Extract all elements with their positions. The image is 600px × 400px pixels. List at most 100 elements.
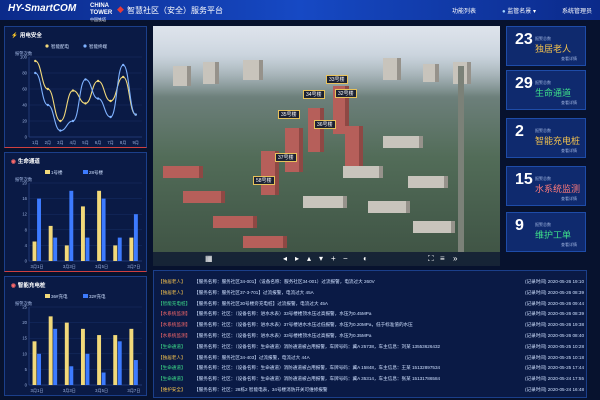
stat-card-maintenance[interactable]: 9 报警总数 维护工单 查看详情 bbox=[506, 212, 586, 252]
building-tag-33[interactable]: 33号楼 bbox=[326, 75, 348, 84]
x-tick-label: 3月3日 bbox=[63, 264, 76, 270]
arrow-left-icon[interactable]: ◂ bbox=[283, 254, 287, 263]
nav-function-list[interactable]: 功能列表 bbox=[452, 6, 476, 15]
bar bbox=[113, 335, 118, 385]
event-type: 【维护安全】 bbox=[158, 387, 186, 392]
x-tick-label: 6月 bbox=[95, 140, 102, 146]
bar bbox=[117, 237, 122, 261]
building-tag-58[interactable]: 58号楼 bbox=[253, 176, 275, 185]
event-row[interactable]: 【生命通道】 【服务名称：社区：（设备名称：生命通道）消防通道被占用报警，车牌号码… bbox=[158, 374, 584, 385]
fullscreen-icon[interactable]: ⛶ bbox=[428, 254, 434, 264]
zoom-in-icon[interactable]: + bbox=[331, 254, 336, 263]
event-type: 【水系统监测】 bbox=[158, 333, 191, 338]
arrow-up-icon[interactable]: ▴ bbox=[307, 254, 311, 263]
bar bbox=[69, 190, 74, 261]
stat-detail-link[interactable]: 查看详情 bbox=[561, 56, 577, 62]
event-type: 【独居老人】 bbox=[158, 289, 186, 295]
stat-card-elderly[interactable]: 23 报警总数 独居老人 查看详情 bbox=[506, 26, 586, 66]
data-point bbox=[84, 78, 87, 81]
building bbox=[243, 60, 263, 80]
event-type: 【生命通道】 bbox=[158, 365, 186, 371]
chevron-down-icon: ▾ bbox=[531, 9, 536, 15]
stat-name: 生命通道 bbox=[535, 88, 572, 98]
legend-marker bbox=[45, 170, 50, 174]
data-point bbox=[134, 113, 137, 116]
app-logo: HY-SmartCOM bbox=[8, 3, 77, 14]
x-tick-label: 3月7日 bbox=[127, 388, 140, 394]
event-row[interactable]: 【水系统监测】 【服务名称：社区：（设备名称：进水水表）33号楼楼顶水压过高报警，… bbox=[158, 309, 584, 320]
y-tick-label: 10 bbox=[22, 351, 27, 356]
arrow-right-icon[interactable]: ▸ bbox=[295, 254, 299, 263]
event-type: 【水系统监测】 bbox=[158, 322, 191, 328]
building-tag-32[interactable]: 32号楼 bbox=[335, 89, 357, 98]
x-tick-label: 4月 bbox=[70, 140, 77, 146]
stat-detail-link[interactable]: 查看详情 bbox=[561, 148, 577, 154]
data-point bbox=[121, 75, 125, 79]
bar bbox=[80, 206, 85, 261]
event-row[interactable]: 【独居老人】 【服务名称：服务社区34-001】（设备名称：服务社区34-001）… bbox=[158, 277, 584, 288]
vr-view-icon[interactable]: ◐ bbox=[363, 254, 368, 263]
bar bbox=[48, 316, 53, 385]
data-point bbox=[59, 119, 62, 123]
event-type: 【独居老人】 bbox=[158, 279, 186, 284]
x-tick-label: 7月 bbox=[107, 140, 114, 146]
building-tag-37[interactable]: 37号楼 bbox=[275, 153, 297, 162]
event-row[interactable]: 【水系统监测】 【服务名称：社区：（设备名称：进水水表）33号楼楼顶水压过高报警，… bbox=[158, 331, 584, 342]
y-tick-label: 16 bbox=[22, 196, 27, 201]
y-tick-label: 0 bbox=[25, 259, 28, 264]
zoom-out-icon[interactable]: − bbox=[343, 254, 348, 263]
event-text: 【服务名称：社区：（设备名称：进水水表）33号楼楼顶水压过高报警，水压为0.45… bbox=[194, 311, 372, 317]
building-tag-36[interactable]: 36号楼 bbox=[314, 120, 336, 129]
data-point bbox=[34, 71, 37, 75]
stat-card-water[interactable]: 15 报警总数 水系统监测 查看详情 bbox=[506, 166, 586, 206]
event-text: 【服务名称：服务社区37-3-701】过流报警，电流过大 45A bbox=[194, 289, 314, 295]
data-point bbox=[71, 119, 75, 123]
aerial-map-view[interactable]: 33号楼 34号楼 32号楼 35号楼 36号楼 37号楼 58号楼 ▦ ◂ ▸… bbox=[153, 26, 500, 266]
legend-marker bbox=[45, 294, 50, 298]
event-row[interactable]: 【智能充电桩】 【服务名称：服务社区30号楼旁充电桩】过流报警，电流过大 45A (… bbox=[158, 299, 584, 310]
x-tick-label: 3月7日 bbox=[127, 264, 140, 270]
bar bbox=[133, 360, 138, 385]
y-tick-label: 40 bbox=[22, 103, 27, 108]
y-tick-label: 0 bbox=[25, 135, 28, 140]
stat-detail-link[interactable]: 查看详情 bbox=[561, 100, 577, 106]
event-row[interactable]: 【水系统监测】 【服务名称：社区：（设备名称：进水水表）37号楼进水水压过低报警，… bbox=[158, 320, 584, 331]
event-time: (记录时间) 2020-05-25 17:44 bbox=[525, 365, 584, 371]
bar bbox=[101, 372, 106, 385]
bar bbox=[117, 341, 122, 385]
building-tag-35[interactable]: 35号楼 bbox=[278, 110, 300, 119]
grid-view-icon[interactable]: ▦ bbox=[205, 254, 213, 263]
event-row[interactable]: 【生命通道】 【服务名称：社区：（设备名称：生命通道）消防通道被占用报警，车牌号码… bbox=[158, 363, 584, 374]
nav-admin[interactable]: 系统管理员 bbox=[562, 6, 592, 15]
building bbox=[423, 64, 439, 82]
stat-card-charging[interactable]: 2 报警总数 智能充电桩 查看详情 bbox=[506, 118, 586, 158]
event-type: 【生命通道】 bbox=[158, 343, 186, 349]
x-tick-label: 3月1日 bbox=[31, 388, 44, 394]
building bbox=[308, 108, 324, 152]
building bbox=[285, 128, 303, 172]
stat-card-lifeline[interactable]: 29 报警总数 生命通道 查看详情 bbox=[506, 70, 586, 110]
fast-forward-icon[interactable]: » bbox=[453, 254, 457, 263]
event-row[interactable]: 【独居老人】 【服务名称：服务社区37-3-701】过流报警，电流过大 45A (记… bbox=[158, 288, 584, 299]
event-type: 【独居老人】 bbox=[158, 354, 186, 360]
layers-icon[interactable]: ≡ bbox=[440, 254, 445, 263]
event-row[interactable]: 【生命通道】 【服务名称：社区：（设备名称：生命通道）消防通道被占用报警，车牌号码… bbox=[158, 342, 584, 353]
data-point bbox=[34, 59, 37, 63]
stat-name: 智能充电桩 bbox=[535, 136, 581, 146]
event-text: 【服务名称：服务社区34-001】（设备名称：服务社区34-001）过流报警，电… bbox=[194, 279, 375, 284]
legend-label: 36#充电 bbox=[51, 293, 68, 300]
brand-name-en: CHINA TOWER bbox=[90, 3, 113, 16]
event-row[interactable]: 【独居老人】 【服务名称：服务社区34-403】过流报警，电流过大 44A (记录时… bbox=[158, 353, 584, 364]
event-row[interactable]: 【维护安全】 【服务名称：社区：28栋2 智能电表，34号楼消防开关可维修报警 (记… bbox=[158, 385, 584, 396]
stat-detail-link[interactable]: 查看详情 bbox=[561, 196, 577, 202]
series-line bbox=[34, 64, 137, 132]
nav-scene[interactable]: ● 监管名景 ▾ bbox=[502, 6, 536, 15]
bar bbox=[85, 237, 90, 261]
y-tick-label: 25 bbox=[22, 305, 27, 310]
stat-detail-link[interactable]: 查看详情 bbox=[561, 242, 577, 248]
data-point bbox=[121, 63, 125, 67]
data-point bbox=[109, 99, 112, 103]
x-tick-label: 1月 bbox=[32, 140, 39, 146]
arrow-down-icon[interactable]: ▾ bbox=[319, 254, 323, 263]
building-tag-34[interactable]: 34号楼 bbox=[303, 90, 325, 99]
